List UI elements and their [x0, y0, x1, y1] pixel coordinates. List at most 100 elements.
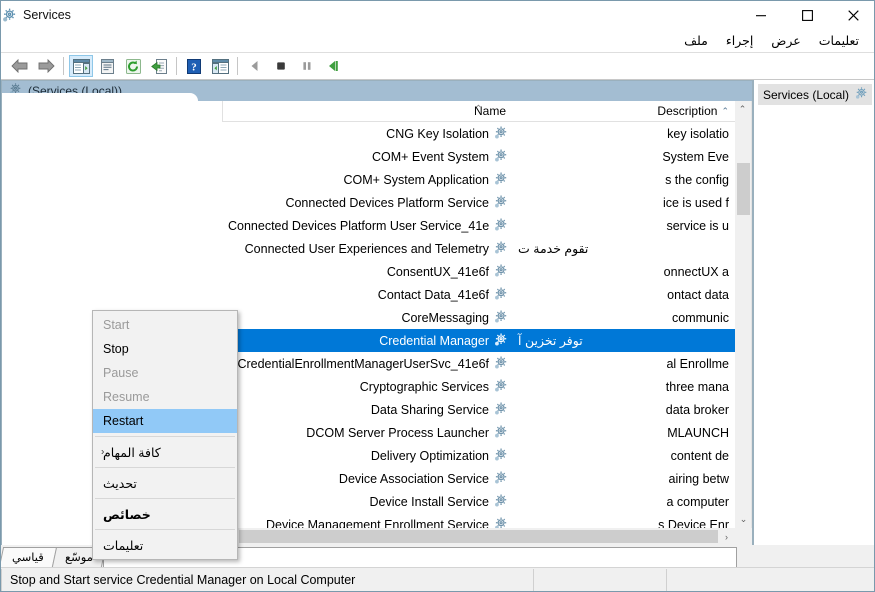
close-icon[interactable]: [830, 1, 874, 29]
service-gear-icon: [493, 263, 508, 281]
pause-service-icon[interactable]: [295, 55, 319, 77]
column-header-description-label: Description: [657, 104, 718, 118]
service-description-cell: al Enrollme: [666, 356, 729, 371]
status-pane-b: [533, 568, 666, 591]
service-name-label: Credential Manager: [379, 333, 489, 348]
context-menu-item[interactable]: كافة المهام ‹: [93, 440, 237, 464]
scroll-left-icon[interactable]: ‹: [718, 528, 735, 545]
service-description-cell: s Device Enr: [658, 517, 729, 529]
start-service-icon[interactable]: [243, 55, 267, 77]
context-menu-item-label: كافة المهام: [103, 445, 161, 460]
service-gear-icon: [493, 125, 508, 143]
vertical-scroll-thumb[interactable]: [737, 163, 750, 215]
properties-icon[interactable]: [95, 55, 119, 77]
table-row[interactable]: Connected Devices Platform Service ice is…: [222, 191, 735, 214]
horizontal-scroll-track[interactable]: [239, 528, 718, 545]
service-name-cell: Device Association Service: [222, 470, 512, 488]
help-icon[interactable]: ?: [182, 55, 206, 77]
context-menu-item[interactable]: تحديث: [93, 471, 237, 495]
context-menu-item-label: Pause: [103, 366, 139, 380]
service-description-cell: تقوم خدمة ت: [518, 242, 589, 256]
listview-horizontal-scrollbar[interactable]: ‹ ›: [222, 528, 735, 545]
listview-vertical-scrollbar[interactable]: ⌃ ⌄: [735, 101, 752, 545]
restart-service-icon[interactable]: [321, 55, 345, 77]
context-menu-item: Start: [93, 313, 237, 337]
table-row[interactable]: COM+ System Application s the config: [222, 168, 735, 191]
service-name-cell: DCOM Server Process Launcher: [222, 424, 512, 442]
column-header-name[interactable]: Name: [222, 101, 512, 121]
table-row[interactable]: Data Sharing Service data broker: [222, 398, 735, 421]
stop-service-icon[interactable]: [269, 55, 293, 77]
service-name-cell: COM+ System Application: [222, 171, 512, 189]
service-gear-icon: [493, 240, 508, 258]
table-row[interactable]: Cryptographic Services three mana: [222, 375, 735, 398]
table-row[interactable]: CredentialEnrollmentManagerUserSvc_41e6f…: [222, 352, 735, 375]
service-name-cell: Connected User Experiences and Telemetry: [222, 240, 512, 258]
menu-file[interactable]: ملف: [675, 31, 717, 50]
table-row[interactable]: CNG Key Isolation key isolatio: [222, 122, 735, 145]
service-gear-icon: [493, 309, 508, 327]
result-pane-caption: (Services (Local)): [2, 81, 752, 102]
refresh-icon[interactable]: [121, 55, 145, 77]
menu-help[interactable]: تعليمات: [810, 31, 868, 50]
window-title: Services: [23, 8, 71, 22]
scroll-down-icon[interactable]: ⌄: [735, 511, 752, 528]
table-row[interactable]: ConsentUX_41e6f onnectUX a: [222, 260, 735, 283]
back-icon[interactable]: [34, 55, 58, 77]
table-row[interactable]: Credential Manager توفر تخزين آ: [222, 329, 735, 352]
service-name-cell: Device Install Service: [222, 493, 512, 511]
service-gear-icon: [493, 355, 508, 373]
horizontal-scroll-thumb[interactable]: [239, 530, 718, 543]
minimize-icon[interactable]: [738, 1, 784, 29]
toolbar-separator: [237, 57, 238, 75]
service-name-label: Delivery Optimization: [370, 448, 489, 463]
service-gear-icon: [493, 447, 508, 465]
table-row[interactable]: DCOM Server Process Launcher MLAUNCH: [222, 421, 735, 444]
menu-view[interactable]: عرض: [762, 31, 809, 50]
table-row[interactable]: Connected Devices Platform User Service_…: [222, 214, 735, 237]
service-name-label: COM+ System Application: [343, 172, 489, 187]
table-row[interactable]: Contact Data_41e6f ontact data: [222, 283, 735, 306]
table-row[interactable]: Device Management Enrollment Service s De…: [222, 513, 735, 528]
tab-standard[interactable]: قياسي: [1, 547, 57, 567]
services-listview: ⌃ ⌄ Name ⌃ Description ⌃ CNG Key Isolati…: [222, 101, 752, 545]
service-name-cell: Contact Data_41e6f: [222, 286, 512, 304]
table-row[interactable]: Delivery Optimization content de: [222, 444, 735, 467]
table-row[interactable]: COM+ Event System System Eve: [222, 145, 735, 168]
service-description-cell: s the config: [665, 172, 729, 187]
context-menu-item[interactable]: Restart: [93, 409, 237, 433]
service-description-cell: ice is used f: [662, 195, 729, 210]
svg-text:?: ?: [191, 61, 197, 73]
sort-ascending-icon: ⌃: [721, 105, 729, 116]
service-description-cell: service is u: [666, 218, 729, 233]
service-name-label: Connected Devices Platform Service: [285, 195, 489, 210]
result-pane-caption-label: (Services (Local)): [28, 84, 123, 98]
service-description-cell: content de: [670, 448, 729, 463]
service-name-cell: CNG Key Isolation: [222, 125, 512, 143]
show-console-tree-icon[interactable]: [208, 55, 232, 77]
table-row[interactable]: CoreMessaging communic: [222, 306, 735, 329]
service-description-cell: data broker: [665, 402, 729, 417]
menu-bar: تعليمات عرض إجراء ملف: [1, 29, 874, 52]
table-row[interactable]: Device Association Service airing betw: [222, 467, 735, 490]
show-action-pane-icon[interactable]: [69, 55, 93, 77]
service-gear-icon: [493, 194, 508, 212]
export-list-icon[interactable]: [147, 55, 171, 77]
menu-action[interactable]: إجراء: [717, 31, 762, 50]
context-menu-item[interactable]: خصائص: [93, 502, 237, 526]
forward-icon[interactable]: [8, 55, 32, 77]
table-row[interactable]: Connected User Experiences and Telemetry…: [222, 237, 735, 260]
table-row[interactable]: Device Install Service a computer: [222, 490, 735, 513]
context-menu-item[interactable]: تعليمات: [93, 533, 237, 557]
context-menu-item-label: Resume: [103, 390, 150, 404]
column-header-description[interactable]: ⌃ Description: [512, 101, 735, 121]
scroll-up-icon[interactable]: ⌃: [734, 101, 751, 118]
tab-standard-label: قياسي: [12, 552, 44, 564]
tree-node-services-local[interactable]: Services (Local): [758, 84, 872, 105]
maximize-icon[interactable]: [784, 1, 830, 29]
service-name-cell: CoreMessaging: [222, 309, 512, 327]
menu-separator: [95, 498, 235, 499]
context-menu-item[interactable]: Stop: [93, 337, 237, 361]
context-menu-item-label: Start: [103, 318, 130, 332]
service-description-cell: key isolatio: [667, 126, 729, 141]
